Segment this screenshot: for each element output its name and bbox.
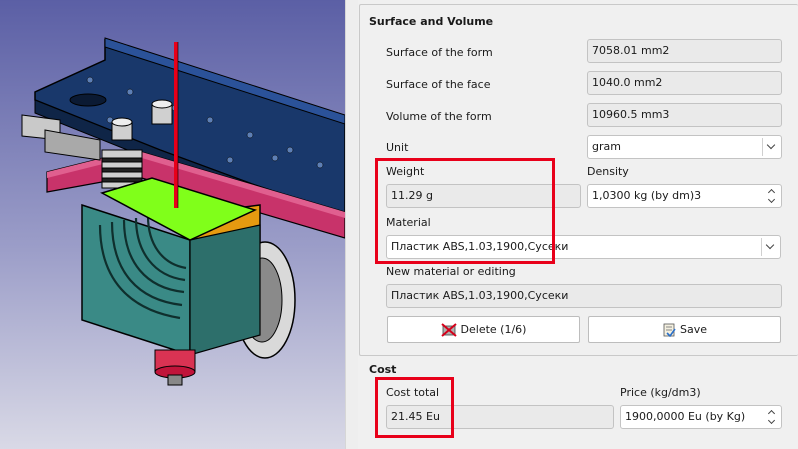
cost-total-field[interactable]: 21.45 Eu <box>386 405 614 429</box>
material-select-value: Пластик ABS,1.03,1900,Сусеки <box>391 240 569 253</box>
delete-button-label: Delete (1/6) <box>460 323 527 336</box>
panel-splitter[interactable] <box>345 0 359 449</box>
save-button[interactable]: Save <box>588 316 781 343</box>
cost-total-label: Cost total <box>386 386 440 399</box>
weight-label: Weight <box>386 165 425 178</box>
unit-select-value: gram <box>592 140 621 153</box>
delete-button[interactable]: Delete (1/6) <box>387 316 580 343</box>
price-value: 1900,0000 Eu (by Kg) <box>625 410 746 423</box>
3d-model-render <box>0 0 345 449</box>
price-spinbox[interactable]: 1900,0000 Eu (by Kg) <box>620 405 782 429</box>
task-panel: Surface and Volume Surface of the form 7… <box>358 0 798 449</box>
chevron-down-icon[interactable] <box>761 238 780 256</box>
material-label: Material <box>386 216 431 229</box>
unit-select[interactable]: gram <box>587 135 782 159</box>
volume-label: Volume of the form <box>386 110 492 123</box>
spin-up-icon[interactable] <box>765 407 779 417</box>
unit-label: Unit <box>386 141 409 154</box>
price-label: Price (kg/dm3) <box>620 386 701 399</box>
cost-title: Cost <box>369 363 397 376</box>
surface-face-label: Surface of the face <box>386 78 491 91</box>
density-value: 1,0300 kg (by dm)3 <box>592 189 702 202</box>
delete-icon <box>440 322 457 337</box>
volume-field[interactable]: 10960.5 mm3 <box>587 103 782 127</box>
chevron-down-icon[interactable] <box>762 138 781 156</box>
spin-down-icon[interactable] <box>765 196 779 206</box>
material-select[interactable]: Пластик ABS,1.03,1900,Сусеки <box>386 235 781 259</box>
density-label: Density <box>587 165 629 178</box>
surface-face-field[interactable]: 1040.0 mm2 <box>587 71 782 95</box>
spin-down-icon[interactable] <box>765 417 779 427</box>
spin-up-icon[interactable] <box>765 186 779 196</box>
3d-viewport[interactable] <box>0 0 345 449</box>
surface-form-label: Surface of the form <box>386 46 493 59</box>
surface-form-field[interactable]: 7058.01 mm2 <box>587 39 782 63</box>
weight-field[interactable]: 11.29 g <box>386 184 581 208</box>
save-icon <box>663 323 676 337</box>
save-button-label: Save <box>679 323 707 336</box>
new-material-field[interactable]: Пластик ABS,1.03,1900,Сусеки <box>386 284 782 308</box>
density-spinbox[interactable]: 1,0300 kg (by dm)3 <box>587 184 782 208</box>
surface-volume-title: Surface and Volume <box>369 15 494 28</box>
new-material-label: New material or editing <box>386 265 516 278</box>
